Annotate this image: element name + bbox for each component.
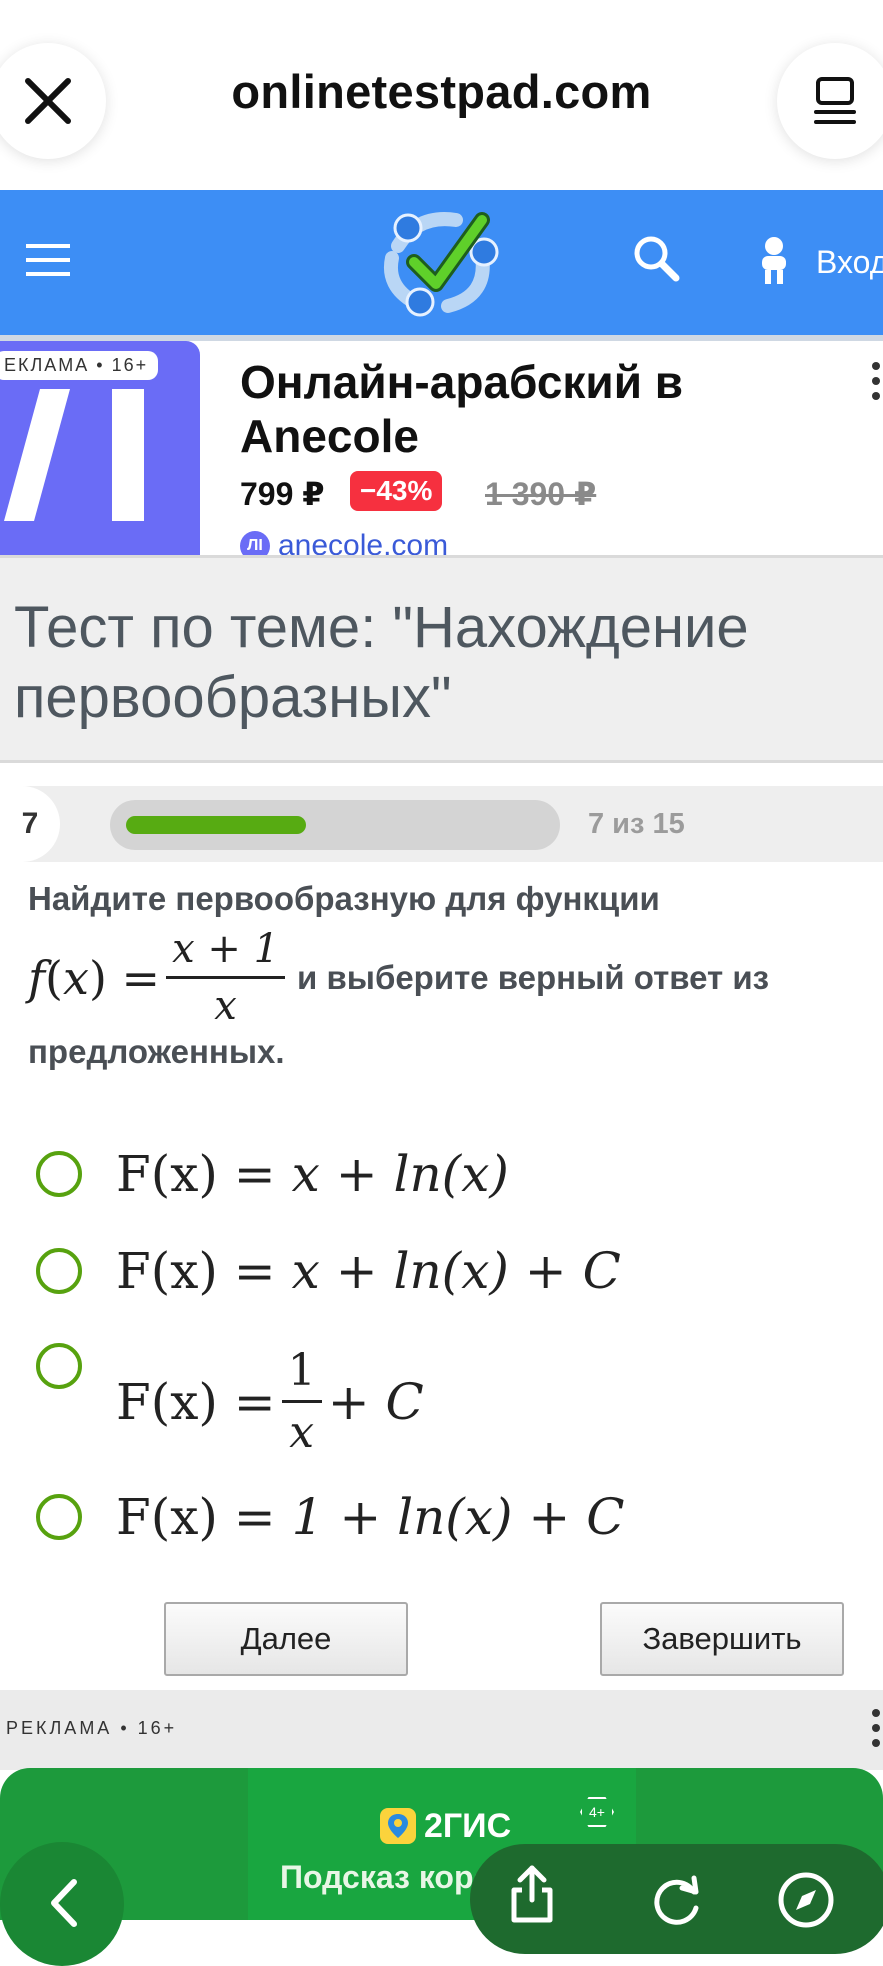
login-link[interactable]: Вход xyxy=(816,244,883,281)
ad-domain-icon: ЛI xyxy=(240,531,270,555)
next-button[interactable]: Далее xyxy=(164,1602,408,1676)
finish-button[interactable]: Завершить xyxy=(600,1602,844,1676)
function-fraction: x + 1 x xyxy=(166,926,286,1029)
reader-icon xyxy=(814,77,856,124)
question-line-2: и выберите верный ответ из xyxy=(297,958,770,996)
progress-label: 7 из 15 xyxy=(588,808,685,840)
ad-banner[interactable]: ЕКЛАМА • 16+ Онлайн-арабский в Anecole 7… xyxy=(0,341,883,555)
ad-label: ЕКЛАМА • 16+ xyxy=(0,351,159,380)
ad-old-price: 1 390 ₽ xyxy=(485,476,597,512)
more-vertical-icon[interactable] xyxy=(870,361,882,401)
url-bar[interactable]: onlinetestpad.com xyxy=(150,64,733,119)
hamburger-icon[interactable] xyxy=(26,240,70,280)
chevron-left-icon xyxy=(51,1879,77,1927)
answer-option-4[interactable]: F(x) = 1 + ln(x) + C xyxy=(36,1488,836,1546)
option-formula: F(x) = x + ln(x) + C xyxy=(116,1242,621,1300)
ad-brand: 2ГИС xyxy=(378,1806,511,1846)
answer-option-3[interactable]: F(x) = 1 x + C xyxy=(36,1335,836,1458)
option-formula: F(x) = 1 x + C xyxy=(116,1345,424,1458)
answer-option-1[interactable]: F(x) = x + ln(x) xyxy=(36,1145,836,1203)
map-pin-icon xyxy=(380,1808,416,1844)
function-lhs: f(x) = xyxy=(28,950,161,1005)
function-denominator: x xyxy=(214,983,237,1029)
close-icon xyxy=(25,78,71,124)
radio-button[interactable] xyxy=(36,1494,82,1540)
ad-logo-mark xyxy=(4,389,144,521)
ad-label: РЕКЛАМА • 16+ xyxy=(6,1718,178,1738)
reader-button[interactable] xyxy=(777,43,883,159)
more-vertical-icon[interactable] xyxy=(870,1708,882,1748)
ad-price: 799 ₽ xyxy=(240,476,325,512)
ad-domain-link[interactable]: ЛI anecole.com xyxy=(240,529,448,555)
page-title: Тест по теме: "Нахождение первообразных" xyxy=(14,595,749,730)
option-formula: F(x) = 1 + ln(x) + C xyxy=(116,1488,625,1546)
back-button[interactable] xyxy=(0,1842,124,1966)
answer-option-2[interactable]: F(x) = x + ln(x) + C xyxy=(36,1242,836,1300)
site-header xyxy=(0,190,883,335)
radio-button[interactable] xyxy=(36,1151,82,1197)
function-numerator: x + 1 xyxy=(166,926,286,979)
question-text: Найдите первообразную для функции f(x) =… xyxy=(28,880,868,1071)
ad-title[interactable]: Онлайн-арабский в Anecole xyxy=(240,355,800,464)
option-formula: F(x) = x + ln(x) xyxy=(116,1145,509,1203)
question-line-3: предложенных. xyxy=(28,1033,285,1070)
share-icon[interactable] xyxy=(506,1864,558,1924)
browser-toolbar xyxy=(470,1844,883,1954)
search-icon[interactable] xyxy=(632,234,680,282)
ad-domain-text: anecole.com xyxy=(278,529,449,555)
progress-bar xyxy=(110,800,560,850)
close-button[interactable] xyxy=(0,43,106,159)
compass-icon[interactable] xyxy=(776,1870,836,1930)
question-line-1: Найдите первообразную для функции xyxy=(28,880,660,917)
progress-fill xyxy=(126,816,306,834)
radio-button[interactable] xyxy=(36,1248,82,1294)
user-keys-icon[interactable] xyxy=(756,234,792,286)
browser-top-bar: onlinetestpad.com xyxy=(0,0,883,190)
checkmark-logo[interactable] xyxy=(378,206,504,318)
ad-discount-badge: −43% xyxy=(350,471,443,511)
radio-button[interactable] xyxy=(36,1343,82,1389)
